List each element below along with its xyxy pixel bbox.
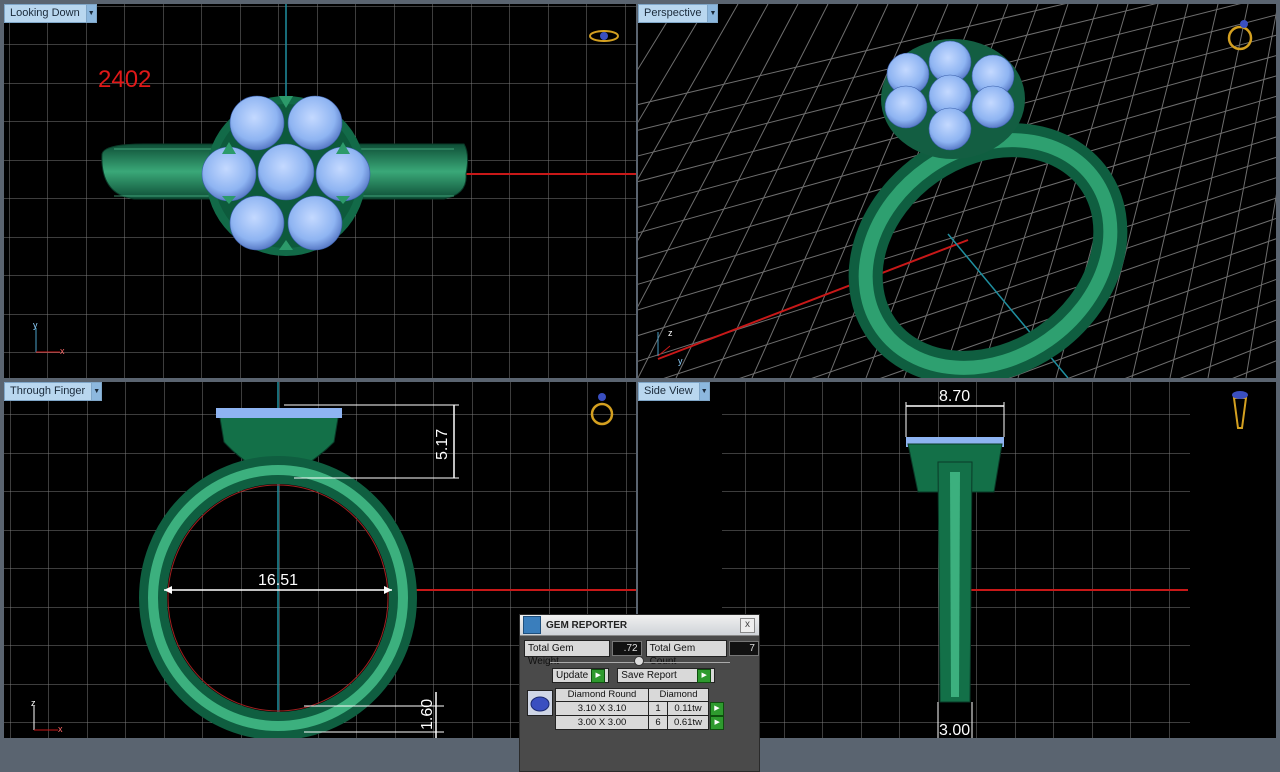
total-gem-weight-label: Total Gem Weight [524,640,610,667]
viewport-label-text: Side View [644,385,693,397]
chevron-down-icon[interactable]: ▼ [698,383,709,400]
chevron-down-icon[interactable]: ▼ [707,5,718,22]
table-row: 3.00 X 3.00 6 0.61tw ▶ [555,715,725,730]
gem-table: Diamond Round Diamond 3.10 X 3.10 1 0.11… [555,688,725,730]
axis-x-label: x [60,346,65,356]
viewport-label-perspective[interactable]: Perspective ▼ [638,4,719,23]
looking-down-scene [4,4,636,378]
viewport-label-through-finger[interactable]: Through Finger ▼ [4,382,103,401]
update-button-label: Update [556,670,589,681]
axis-y-label: y [33,320,38,330]
save-report-button[interactable]: Save Report ▶ [617,668,716,683]
viewport-label-text: Through Finger [10,385,86,397]
viewport-label-text: Perspective [644,7,702,19]
gem-shape-thumbnail [527,690,553,716]
shank-width-dimension: 3.00 [939,722,971,738]
slider-handle[interactable] [634,656,644,666]
close-icon[interactable]: x [740,617,755,633]
perspective-scene [638,4,1276,378]
total-gem-weight-value: .72 [611,641,642,656]
gem-size: 3.10 X 3.10 [555,701,649,716]
gem-weight: 0.61tw [667,715,709,730]
table-header-type: Diamond [648,688,709,702]
row-detail-button[interactable]: ▶ [710,701,724,716]
table-row: 3.10 X 3.10 1 0.11tw ▶ [555,701,725,716]
head-height-dimension: 5.17 [434,428,451,460]
axis-x-label: x [58,724,63,734]
axis-y-label: y [678,356,683,366]
inner-diameter-dimension: 16.51 [258,572,299,589]
gem-count: 6 [648,715,668,730]
play-icon: ▶ [697,668,712,683]
viewport-looking-down[interactable]: Looking Down ▼ 2402 y x [4,4,636,378]
viewport-perspective[interactable]: Perspective ▼ z y [638,4,1276,378]
viewport-label-looking-down[interactable]: Looking Down ▼ [4,4,97,23]
gem-reporter-titlebar[interactable]: GEM REPORTER x [520,615,759,636]
viewport-label-text: Looking Down [10,7,80,19]
shank-thickness-dimension: 1.60 [419,698,436,730]
gem-reporter-panel[interactable]: GEM REPORTER x Total Gem Weight .72 Tota… [519,614,760,772]
gem-size: 3.00 X 3.00 [555,715,649,730]
table-header-shape: Diamond Round [555,688,649,702]
chevron-down-icon[interactable]: ▼ [91,383,102,400]
head-width-dimension: 8.70 [939,388,971,405]
total-gem-count-label: Total Gem Count [645,640,728,667]
row-detail-button[interactable]: ▶ [710,715,725,730]
viewport-label-side-view[interactable]: Side View ▼ [638,382,710,401]
gem-reporter-app-icon [523,616,541,634]
gem-weight: 0.11tw [667,701,709,716]
update-button[interactable]: Update ▶ [552,668,610,683]
save-report-button-label: Save Report [621,670,677,681]
play-icon: ▶ [591,668,606,683]
axis-z-label: z [31,698,36,708]
total-gem-count-value: 7 [729,641,759,656]
gem-reporter-title: GEM REPORTER [546,619,628,631]
axis-z-label: z [668,328,673,338]
gem-count: 1 [648,701,668,716]
design-number: 2402 [98,66,152,93]
chevron-down-icon[interactable]: ▼ [85,5,96,22]
slider-track[interactable] [550,656,730,666]
